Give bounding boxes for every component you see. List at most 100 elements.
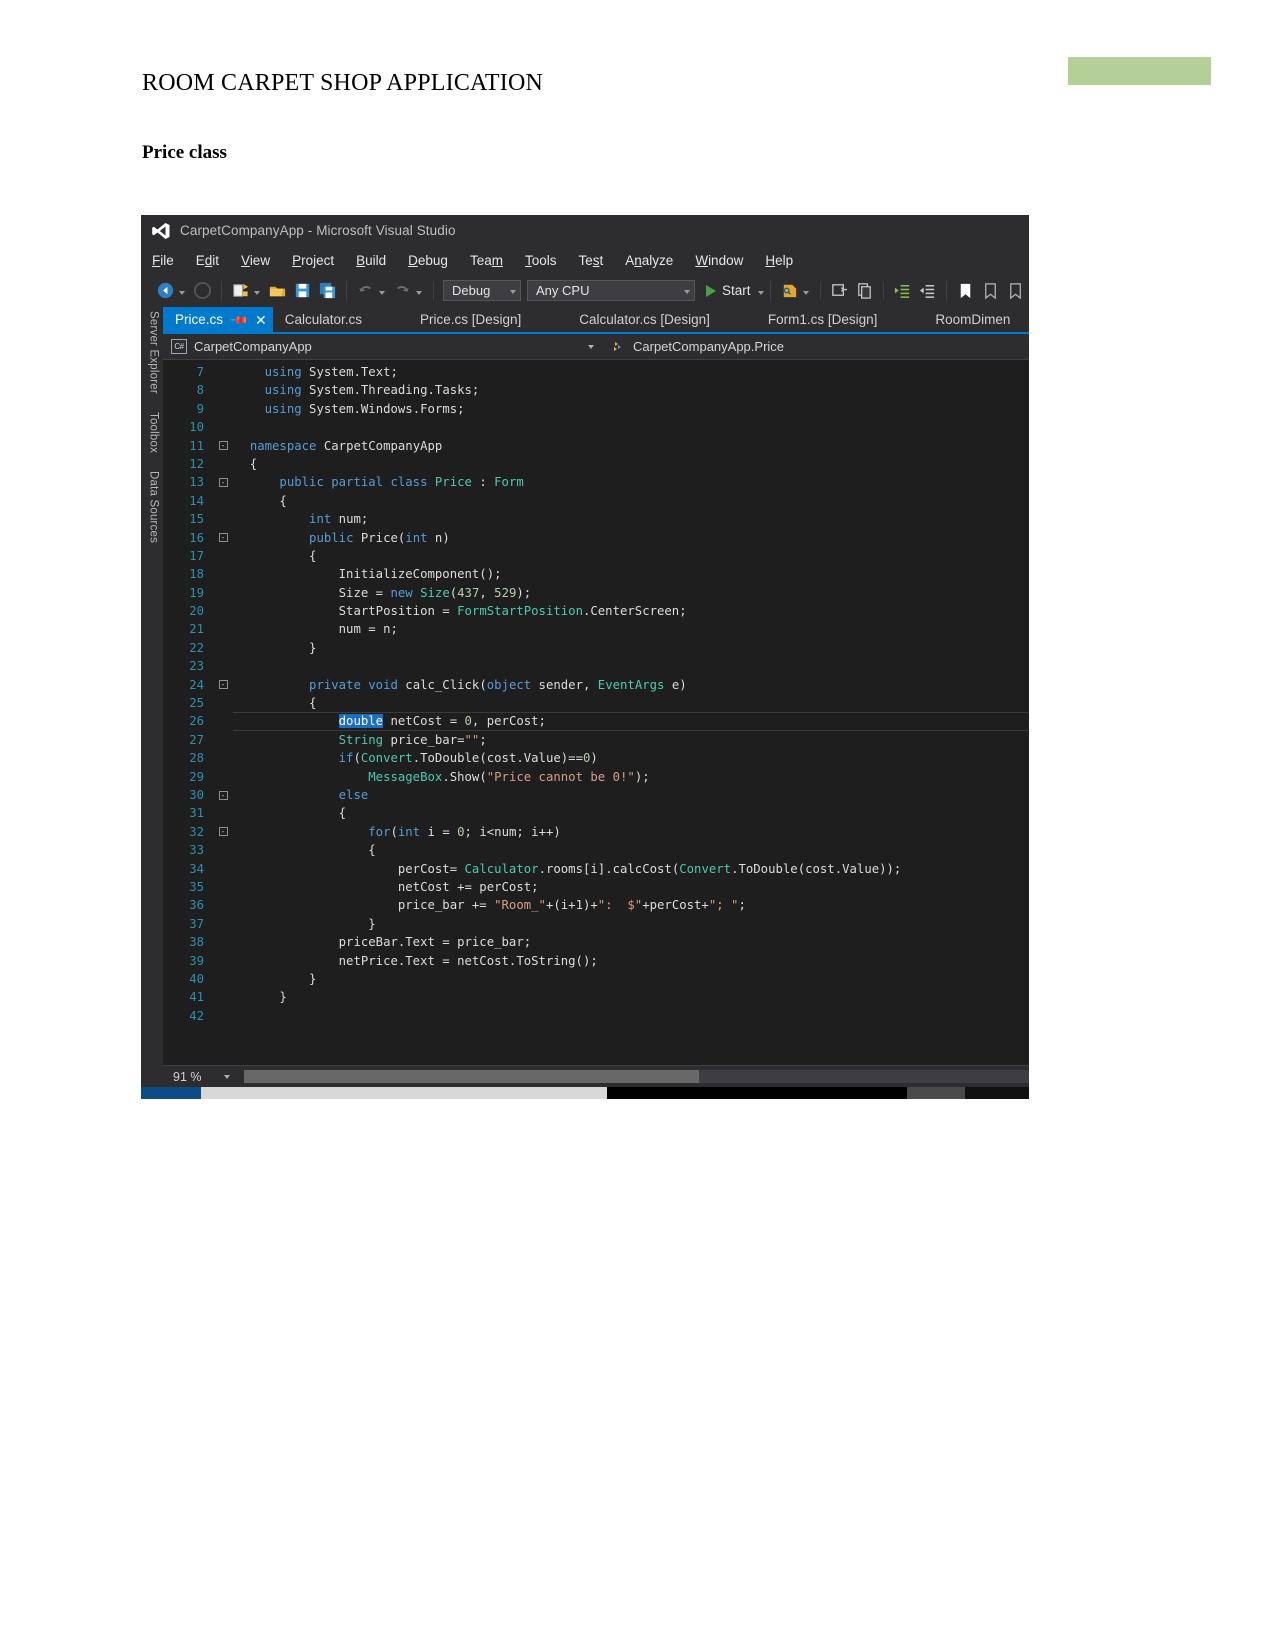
- code-line[interactable]: 19 Size = new Size(437, 529);: [163, 584, 1029, 602]
- code-line[interactable]: 38 priceBar.Text = price_bar;: [163, 933, 1029, 951]
- navigate-back-dropdown-icon[interactable]: [179, 290, 185, 295]
- code-line[interactable]: 42: [163, 1007, 1029, 1025]
- code-line[interactable]: 16 - public Price(int n): [163, 529, 1029, 547]
- code-line[interactable]: 30 - else: [163, 786, 1029, 804]
- code-line[interactable]: 7 using System.Text;: [163, 363, 1029, 381]
- collapse-icon[interactable]: -: [218, 478, 228, 488]
- menu-file[interactable]: File: [152, 253, 174, 268]
- code-line[interactable]: 23: [163, 657, 1029, 675]
- code-line[interactable]: 28 if(Convert.ToDouble(cost.Value)==0): [163, 749, 1029, 767]
- menu-edit[interactable]: Edit: [196, 253, 219, 268]
- bookmark-icon[interactable]: [956, 281, 975, 300]
- code-line[interactable]: 18 InitializeComponent();: [163, 565, 1029, 583]
- collapse-icon[interactable]: -: [218, 790, 228, 800]
- code-line[interactable]: 10: [163, 418, 1029, 436]
- undo-icon[interactable]: [356, 281, 375, 300]
- code-line[interactable]: 25 {: [163, 694, 1029, 712]
- previous-bookmark-icon[interactable]: [981, 281, 1000, 300]
- menu-analyze[interactable]: Analyze: [625, 253, 673, 268]
- menu-tools[interactable]: Tools: [525, 253, 557, 268]
- chevron-down-icon[interactable]: [588, 344, 594, 349]
- code-line[interactable]: 17 {: [163, 547, 1029, 565]
- solution-platform-combo[interactable]: Any CPU: [527, 280, 695, 301]
- open-file-icon[interactable]: [268, 281, 287, 300]
- code-line[interactable]: 13 - public partial class Price : Form: [163, 473, 1029, 491]
- increase-indent-icon[interactable]: [893, 281, 912, 300]
- code-line[interactable]: 21 num = n;: [163, 620, 1029, 638]
- menu-debug[interactable]: Debug: [408, 253, 448, 268]
- horizontal-scrollbar[interactable]: [243, 1070, 1029, 1083]
- code-line[interactable]: 34 perCost= Calculator.rooms[i].calcCost…: [163, 860, 1029, 878]
- code-line[interactable]: 37 }: [163, 915, 1029, 933]
- scrollbar-thumb[interactable]: [243, 1070, 700, 1083]
- new-project-icon[interactable]: [231, 281, 250, 300]
- tab-price-cs-design[interactable]: Price.cs [Design]: [408, 307, 534, 332]
- code-line[interactable]: 39 netPrice.Text = netCost.ToString();: [163, 952, 1029, 970]
- menu-test[interactable]: Test: [578, 253, 603, 268]
- redo-dropdown-icon[interactable]: [416, 290, 422, 295]
- code-line[interactable]: 12 {: [163, 455, 1029, 473]
- tab-price-cs[interactable]: Price.cs 📌 ✕: [163, 307, 273, 332]
- redo-icon[interactable]: [393, 281, 412, 300]
- code-line[interactable]: 32 - for(int i = 0; i<num; i++): [163, 823, 1029, 841]
- save-all-icon[interactable]: [318, 281, 337, 300]
- code-line[interactable]: 36 price_bar += "Room_"+(i+1)+": $"+perC…: [163, 896, 1029, 914]
- attach-to-process-icon[interactable]: [780, 281, 799, 300]
- code-line[interactable]: 35 netCost += perCost;: [163, 878, 1029, 896]
- code-line[interactable]: 14 {: [163, 492, 1029, 510]
- pin-icon[interactable]: 📌: [229, 309, 249, 329]
- navigate-forward-icon[interactable]: [193, 281, 212, 300]
- sidebar-item-server-explorer[interactable]: Server Explorer: [145, 311, 160, 394]
- code-line[interactable]: 11 - namespace CarpetCompanyApp: [163, 437, 1029, 455]
- code-line[interactable]: 29 MessageBox.Show("Price cannot be 0!")…: [163, 768, 1029, 786]
- sidebar-item-toolbox[interactable]: Toolbox: [145, 412, 160, 453]
- close-icon[interactable]: ✕: [255, 313, 267, 327]
- fold-gutter[interactable]: -: [213, 680, 233, 690]
- step-into-icon[interactable]: [830, 281, 849, 300]
- collapse-icon[interactable]: -: [218, 827, 228, 837]
- code-line[interactable]: 8 using System.Threading.Tasks;: [163, 381, 1029, 399]
- code-line[interactable]: 33 {: [163, 841, 1029, 859]
- project-selector[interactable]: C# CarpetCompanyApp: [163, 339, 588, 354]
- code-line[interactable]: 40 }: [163, 970, 1029, 988]
- tab-room-dimensions[interactable]: RoomDimen: [923, 307, 1023, 332]
- code-line[interactable]: 41 }: [163, 988, 1029, 1006]
- code-line[interactable]: 22 }: [163, 639, 1029, 657]
- decrease-indent-icon[interactable]: [918, 281, 937, 300]
- fold-gutter[interactable]: -: [213, 478, 233, 488]
- sidebar-item-data-sources[interactable]: Data Sources: [145, 471, 160, 543]
- code-line[interactable]: 26 double netCost = 0, perCost;: [163, 712, 1029, 731]
- solution-configuration-combo[interactable]: Debug: [443, 280, 521, 301]
- navigate-back-icon[interactable]: [156, 281, 175, 300]
- fold-gutter[interactable]: -: [213, 827, 233, 837]
- code-line[interactable]: 15 int num;: [163, 510, 1029, 528]
- menu-team[interactable]: Team: [470, 253, 503, 268]
- menu-view[interactable]: View: [241, 253, 270, 268]
- collapse-icon[interactable]: -: [218, 680, 228, 690]
- fold-gutter[interactable]: -: [213, 441, 233, 451]
- menu-window[interactable]: Window: [695, 253, 743, 268]
- chevron-down-icon[interactable]: [223, 1074, 230, 1079]
- collapse-icon[interactable]: -: [218, 441, 228, 451]
- menu-help[interactable]: Help: [765, 253, 793, 268]
- attach-dropdown-icon[interactable]: [802, 290, 809, 295]
- save-icon[interactable]: [293, 281, 312, 300]
- code-line[interactable]: 27 String price_bar="";: [163, 731, 1029, 749]
- collapse-icon[interactable]: -: [218, 533, 228, 543]
- code-line[interactable]: 9 using System.Windows.Forms;: [163, 400, 1029, 418]
- fold-gutter[interactable]: -: [213, 790, 233, 800]
- member-selector[interactable]: CarpetCompanyApp.Price: [604, 339, 1029, 354]
- code-line[interactable]: 24 - private void calc_Click(object sende…: [163, 676, 1029, 694]
- tab-calculator-cs-design[interactable]: Calculator.cs [Design]: [567, 307, 722, 332]
- tab-calculator-cs[interactable]: Calculator.cs: [272, 307, 374, 332]
- tab-form1-cs-design[interactable]: Form1.cs [Design]: [755, 307, 890, 332]
- fold-gutter[interactable]: -: [213, 533, 233, 543]
- undo-dropdown-icon[interactable]: [379, 290, 385, 295]
- chevron-down-icon[interactable]: [757, 290, 764, 295]
- new-project-dropdown-icon[interactable]: [254, 290, 260, 295]
- zoom-level[interactable]: 91 %: [163, 1070, 202, 1084]
- menu-build[interactable]: Build: [356, 253, 386, 268]
- code-line[interactable]: 31 {: [163, 804, 1029, 822]
- code-editor[interactable]: 7 using System.Text; 8 using System.Threa…: [163, 360, 1029, 1065]
- code-line[interactable]: 20 StartPosition = FormStartPosition.Cen…: [163, 602, 1029, 620]
